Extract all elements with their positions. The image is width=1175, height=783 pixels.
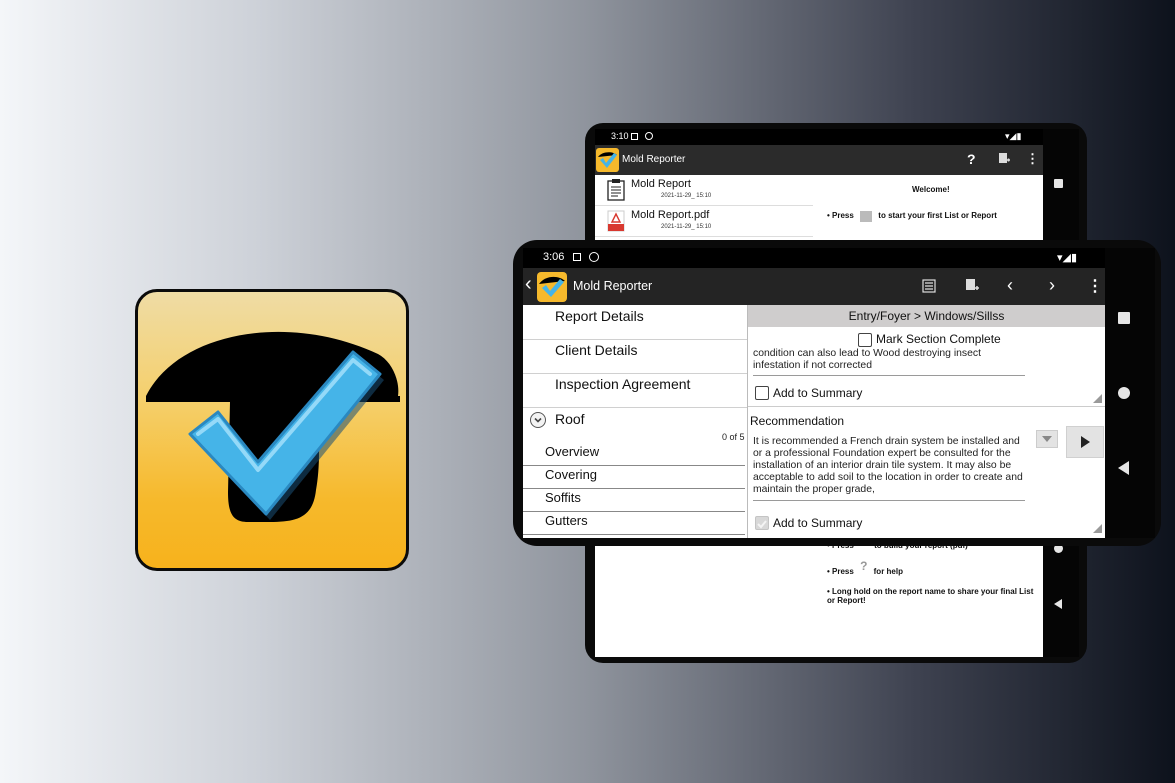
welcome-tip-share: • Long hold on the report name to share …	[827, 587, 1037, 605]
recents-button[interactable]	[1118, 312, 1130, 324]
signal-battery-icon: ▾◢▮	[1057, 252, 1078, 264]
breadcrumb-text: Entry/Foyer > Windows/Sillss	[848, 309, 1005, 323]
home-button[interactable]	[1118, 387, 1130, 399]
overflow-menu-icon[interactable]: ⋮	[1087, 276, 1103, 296]
app-title: Mold Reporter	[573, 279, 653, 293]
resize-grip-icon[interactable]	[1093, 394, 1102, 403]
back-button[interactable]	[1118, 461, 1129, 475]
section-count: 0 of 5	[722, 432, 745, 442]
mold-reporter-logo	[146, 331, 400, 522]
main-panel: Entry/Foyer > Windows/Sillss Mark Sectio…	[748, 305, 1105, 538]
sidebar: Report Details Client Details Inspection…	[523, 305, 747, 538]
front-phone-screen: 3:06 ▾◢▮ ‹ Mold Reporter ‹ › ⋮ Report De…	[523, 248, 1105, 538]
notification-icon	[631, 133, 638, 140]
play-button[interactable]	[1066, 426, 1104, 458]
new-report-icon	[860, 211, 873, 222]
sidebar-subitem-gutters[interactable]: Gutters	[523, 512, 745, 535]
status-bar: 3:10 ▾◢▮	[595, 129, 1043, 145]
resize-grip-icon[interactable]	[1093, 524, 1102, 533]
file-row[interactable]: Mold Report.pdf 2021-11-29_ 15:10	[595, 206, 813, 237]
recents-button[interactable]	[1054, 179, 1063, 188]
app-title: Mold Reporter	[622, 154, 686, 165]
subitem-label: Soffits	[545, 490, 581, 505]
sidebar-subitem-overview[interactable]: Overview	[523, 443, 745, 466]
play-icon	[1081, 436, 1090, 448]
welcome-title: Welcome!	[912, 185, 950, 194]
subitem-label: Covering	[545, 467, 598, 482]
back-arrow-icon[interactable]: ‹	[525, 273, 532, 296]
sidebar-item-label: Inspection Agreement	[555, 376, 691, 392]
status-bar: 3:06 ▾◢▮	[523, 248, 1105, 268]
status-time: 3:10	[611, 131, 629, 141]
tip-text: to start your first List or Report	[878, 211, 997, 220]
file-date: 2021-11-29_ 15:10	[661, 224, 712, 230]
toolbar: ‹ Mold Reporter ‹ › ⋮	[523, 268, 1105, 305]
check-icon	[757, 520, 767, 529]
tip-press: Press	[832, 567, 854, 576]
mark-complete-checkbox[interactable]	[858, 333, 872, 347]
app-logo-icon	[596, 148, 619, 172]
app-icon	[135, 289, 409, 571]
navigation-bar	[1105, 248, 1155, 538]
sidebar-item-client-details[interactable]: Client Details	[523, 340, 747, 374]
front-phone: 3:06 ▾◢▮ ‹ Mold Reporter ‹ › ⋮ Report De…	[513, 240, 1161, 546]
new-report-icon[interactable]	[997, 152, 1011, 166]
add-to-summary-label: Add to Summary	[773, 386, 863, 400]
breadcrumb: Entry/Foyer > Windows/Sillss	[748, 305, 1105, 327]
recommendation-label: Recommendation	[750, 414, 845, 428]
back-button[interactable]	[1054, 599, 1062, 609]
sidebar-item-inspection-agreement[interactable]: Inspection Agreement	[523, 374, 747, 408]
triangle-down-icon	[1042, 436, 1052, 442]
notification-icon	[573, 253, 581, 261]
field-underline	[753, 500, 1025, 501]
report-clipboard-icon	[607, 179, 625, 201]
mark-complete-label: Mark Section Complete	[876, 332, 1001, 346]
section-label: Roof	[555, 411, 585, 427]
dropdown-button[interactable]	[1036, 430, 1058, 448]
help-icon[interactable]: ?	[967, 151, 976, 167]
chevron-right-icon[interactable]: ›	[1049, 275, 1055, 296]
sidebar-subitem-soffits[interactable]: Soffits	[523, 489, 745, 512]
help-icon: ?	[860, 559, 868, 573]
tip-text: Long hold on the report name to share yo…	[827, 587, 1034, 605]
recommendation-textarea[interactable]: It is recommended a French drain system …	[753, 436, 1028, 496]
field-underline	[753, 375, 1025, 376]
app-logo-icon	[537, 272, 567, 302]
build-report-icon[interactable]	[922, 279, 936, 293]
divider	[748, 406, 1105, 407]
pdf-file-icon	[607, 210, 625, 232]
subitem-label: Overview	[545, 444, 600, 459]
add-to-summary-checkbox-checked[interactable]	[755, 516, 769, 530]
file-date: 2021-11-29_ 15:10	[661, 193, 712, 199]
new-report-icon[interactable]	[964, 278, 980, 294]
file-name: Mold Report	[631, 178, 691, 190]
overflow-menu-icon[interactable]: ⋮	[1026, 151, 1039, 167]
file-row[interactable]: Mold Report 2021-11-29_ 15:10	[595, 175, 813, 206]
add-to-summary-checkbox[interactable]	[755, 386, 769, 400]
sidebar-subitem-covering[interactable]: Covering	[523, 466, 745, 489]
sidebar-item-report-details[interactable]: Report Details	[523, 305, 747, 340]
chevron-down-icon[interactable]	[530, 412, 546, 428]
toolbar: Mold Reporter ? ⋮	[595, 145, 1043, 175]
add-to-summary-label: Add to Summary	[773, 516, 863, 530]
welcome-tip-help: • Press ? for help	[827, 559, 903, 577]
condition-textarea[interactable]: condition can also lead to Wood destroyi…	[753, 348, 1028, 374]
tip-text: for help	[873, 567, 903, 576]
tip-press: Press	[832, 211, 854, 220]
welcome-tip-start: • Press to start your first List or Repo…	[827, 211, 997, 222]
sidebar-item-label: Report Details	[555, 308, 644, 324]
chevron-left-icon[interactable]: ‹	[1007, 275, 1013, 296]
status-time: 3:06	[543, 251, 565, 263]
sync-icon	[645, 132, 653, 140]
sidebar-section-roof[interactable]: Roof 0 of 5	[523, 408, 747, 444]
subitem-label: Gutters	[545, 513, 588, 528]
signal-battery-icon: ▾◢▮	[1005, 131, 1022, 141]
sidebar-item-label: Client Details	[555, 342, 638, 358]
sync-icon	[589, 252, 599, 262]
file-name: Mold Report.pdf	[631, 209, 710, 221]
